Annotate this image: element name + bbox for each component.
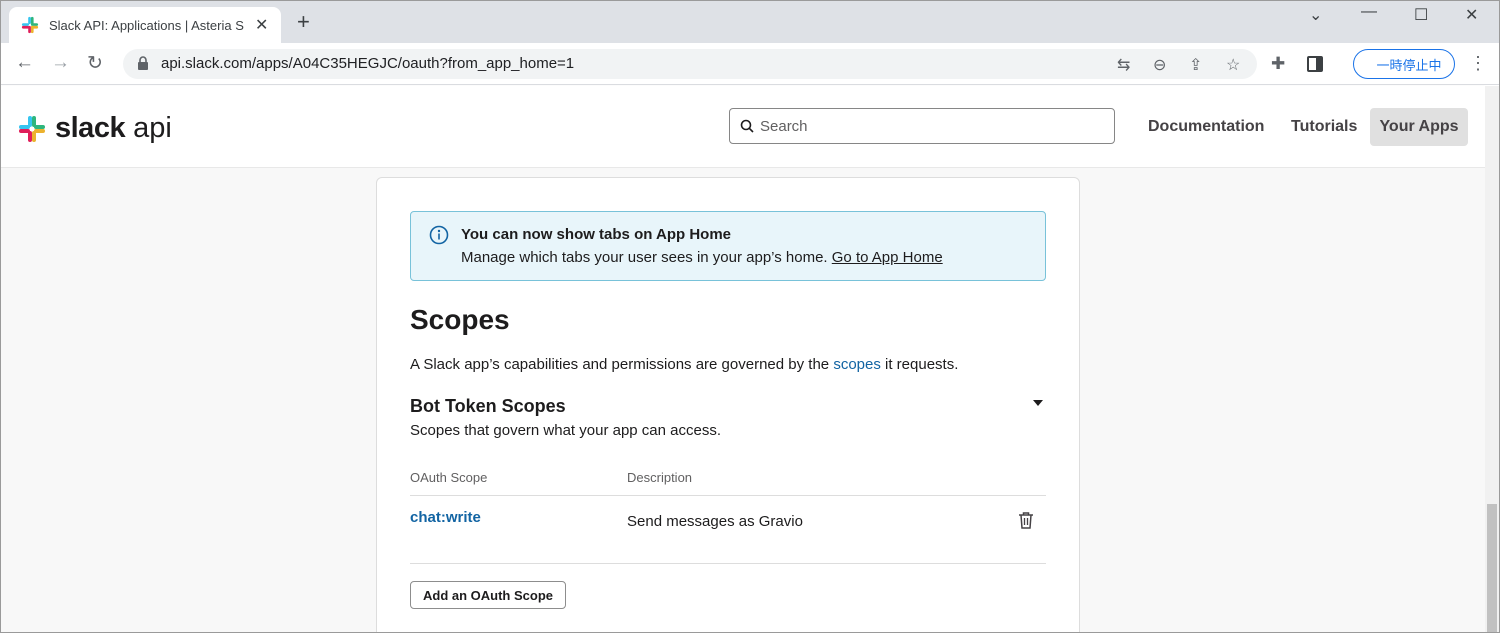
- column-header-oauth-scope: OAuth Scope: [410, 470, 488, 485]
- logo-api-text: api: [133, 112, 172, 144]
- page-title: Scopes: [410, 304, 510, 335]
- intro-text-end: it requests.: [880, 356, 959, 373]
- plus-icon[interactable]: +: [297, 11, 310, 33]
- url-text: api.slack.com/apps/A04C35HEGJC/oauth?fro…: [161, 55, 575, 72]
- info-icon: [429, 225, 449, 245]
- go-to-app-home-link[interactable]: Go to App Home: [832, 249, 943, 266]
- page-body: You can now show tabs on App Home Manage…: [1, 168, 1485, 632]
- nav-documentation[interactable]: Documentation: [1148, 118, 1264, 136]
- nav-your-apps[interactable]: Your Apps: [1370, 108, 1468, 146]
- lock-icon: [138, 56, 148, 70]
- caret-down-icon[interactable]: [1032, 399, 1044, 407]
- browser-toolbar: ← → ↻ api.slack.com/apps/A04C35HEGJC/oau…: [1, 43, 1499, 85]
- tab-strip: Slack API: Applications | Asteria S ✕ + …: [1, 1, 1499, 43]
- browser-tab[interactable]: Slack API: Applications | Asteria S ✕: [9, 7, 281, 43]
- scopes-link[interactable]: scopes: [833, 356, 881, 373]
- close-icon[interactable]: ✕: [255, 15, 268, 35]
- banner-text: Manage which tabs your user sees in your…: [461, 249, 832, 266]
- banner-body: Manage which tabs your user sees in your…: [461, 249, 943, 266]
- column-header-description: Description: [627, 470, 693, 485]
- nav-tutorials[interactable]: Tutorials: [1291, 118, 1357, 136]
- table-divider: [410, 495, 1046, 496]
- site-header: slack api Documentation Tutorials Your A…: [1, 86, 1485, 168]
- slack-logo-icon: [19, 115, 45, 142]
- window-close-icon[interactable]: ✕: [1465, 5, 1478, 25]
- chevron-down-icon[interactable]: ⌄: [1309, 5, 1322, 25]
- scope-description: Send messages as Gravio: [627, 513, 803, 530]
- trash-icon[interactable]: [1018, 511, 1034, 529]
- share-icon[interactable]: ⇪: [1189, 55, 1202, 75]
- bot-token-scopes-heading: Bot Token Scopes: [410, 396, 566, 416]
- kebab-menu-icon[interactable]: ⋮: [1469, 53, 1487, 74]
- slack-api-logo[interactable]: slack api: [17, 112, 172, 145]
- tab-title: Slack API: Applications | Asteria S: [49, 17, 244, 33]
- scopes-intro: A Slack app’s capabilities and permissio…: [410, 356, 958, 373]
- add-oauth-scope-button[interactable]: Add an OAuth Scope: [410, 581, 566, 609]
- table-divider: [410, 563, 1046, 564]
- scrollbar-thumb[interactable]: [1487, 504, 1497, 632]
- arrow-left-icon[interactable]: ←: [15, 52, 34, 74]
- side-panel-icon[interactable]: [1307, 56, 1323, 72]
- address-bar[interactable]: api.slack.com/apps/A04C35HEGJC/oauth?fro…: [123, 49, 1257, 79]
- scope-chat-write-link[interactable]: chat:write: [410, 509, 481, 526]
- maximize-icon[interactable]: ☐: [1414, 5, 1428, 25]
- star-icon[interactable]: ☆: [1226, 55, 1240, 75]
- slack-favicon-icon: [21, 16, 39, 34]
- logo-text: slack: [55, 112, 126, 144]
- translate-icon[interactable]: ⇆: [1117, 55, 1130, 75]
- paused-sync-button[interactable]: 一時停止中: [1353, 49, 1455, 79]
- reload-icon[interactable]: ↻: [87, 52, 103, 75]
- oauth-card: You can now show tabs on App Home Manage…: [376, 177, 1080, 632]
- scrollbar[interactable]: [1485, 86, 1499, 632]
- app-home-banner: You can now show tabs on App Home Manage…: [410, 211, 1046, 281]
- search-input[interactable]: [760, 117, 1100, 135]
- arrow-right-icon[interactable]: →: [51, 52, 70, 74]
- zoom-out-icon[interactable]: ⊖: [1153, 55, 1166, 75]
- search-box[interactable]: [729, 108, 1115, 144]
- browser-window: Slack API: Applications | Asteria S ✕ + …: [0, 0, 1500, 633]
- bot-token-scopes-subtitle: Scopes that govern what your app can acc…: [410, 422, 722, 439]
- minimize-icon[interactable]: —: [1361, 3, 1377, 21]
- banner-title: You can now show tabs on App Home: [461, 226, 732, 243]
- puzzle-icon[interactable]: ✚: [1271, 54, 1285, 74]
- intro-text: A Slack app’s capabilities and permissio…: [410, 356, 834, 373]
- search-icon: [740, 119, 754, 133]
